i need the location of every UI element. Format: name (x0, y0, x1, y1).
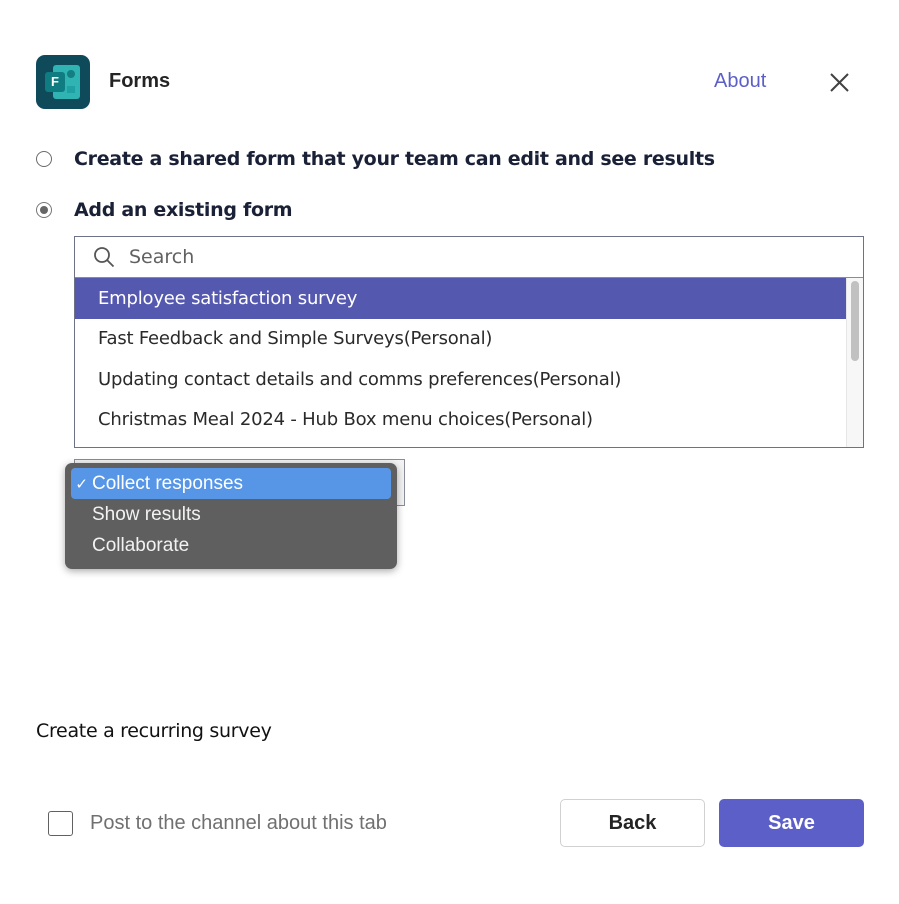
search-row (75, 237, 863, 278)
back-button[interactable]: Back (560, 799, 705, 847)
form-list-item[interactable]: Updating contact details and comms prefe… (75, 359, 846, 400)
about-link[interactable]: About (714, 70, 766, 93)
form-list-item[interactable]: Employee satisfaction survey (75, 278, 846, 319)
mode-dropdown-menu: ✓ Collect responses Show results Collabo… (65, 463, 397, 569)
form-list-item[interactable]: Fast Feedback and Simple Surveys(Persona… (75, 319, 846, 360)
forms-app-icon: F (36, 55, 90, 109)
create-recurring-survey-link[interactable]: Create a recurring survey (36, 720, 272, 742)
form-picker: Employee satisfaction survey Fast Feedba… (74, 236, 864, 448)
forms-logo-letter: F (45, 72, 65, 92)
forms-logo-dot (67, 70, 75, 78)
radio-add-existing[interactable] (36, 202, 52, 218)
option-create-shared-label: Create a shared form that your team can … (74, 148, 715, 170)
post-to-channel-option[interactable]: Post to the channel about this tab (48, 811, 387, 836)
search-icon (94, 247, 115, 268)
dropdown-option-collect-responses[interactable]: ✓ Collect responses (71, 468, 391, 499)
post-to-channel-label: Post to the channel about this tab (90, 812, 387, 834)
option-add-existing-form[interactable]: Add an existing form (36, 199, 293, 221)
close-icon (830, 73, 849, 92)
dropdown-option-label: Collect responses (92, 472, 244, 494)
radio-create-shared[interactable] (36, 151, 52, 167)
dropdown-option-label: Show results (92, 503, 201, 525)
post-to-channel-checkbox[interactable] (48, 811, 73, 836)
dropdown-option-label: Collaborate (92, 534, 190, 556)
dropdown-option-collaborate[interactable]: Collaborate (71, 530, 391, 561)
form-list-scrollbar[interactable] (846, 278, 863, 447)
app-title: Forms (109, 70, 171, 92)
save-button[interactable]: Save (719, 799, 864, 847)
option-create-shared-form[interactable]: Create a shared form that your team can … (36, 148, 715, 170)
option-add-existing-label: Add an existing form (74, 199, 293, 221)
form-list: Employee satisfaction survey Fast Feedba… (75, 278, 863, 447)
checkmark-icon: ✓ (75, 475, 88, 493)
dropdown-option-show-results[interactable]: Show results (71, 499, 391, 530)
scrollbar-thumb[interactable] (851, 281, 859, 361)
forms-logo-square (67, 86, 75, 93)
form-list-item[interactable]: Christmas Meal 2024 - Hub Box menu choic… (75, 400, 846, 441)
search-input[interactable] (129, 246, 829, 268)
close-button[interactable] (826, 69, 853, 96)
